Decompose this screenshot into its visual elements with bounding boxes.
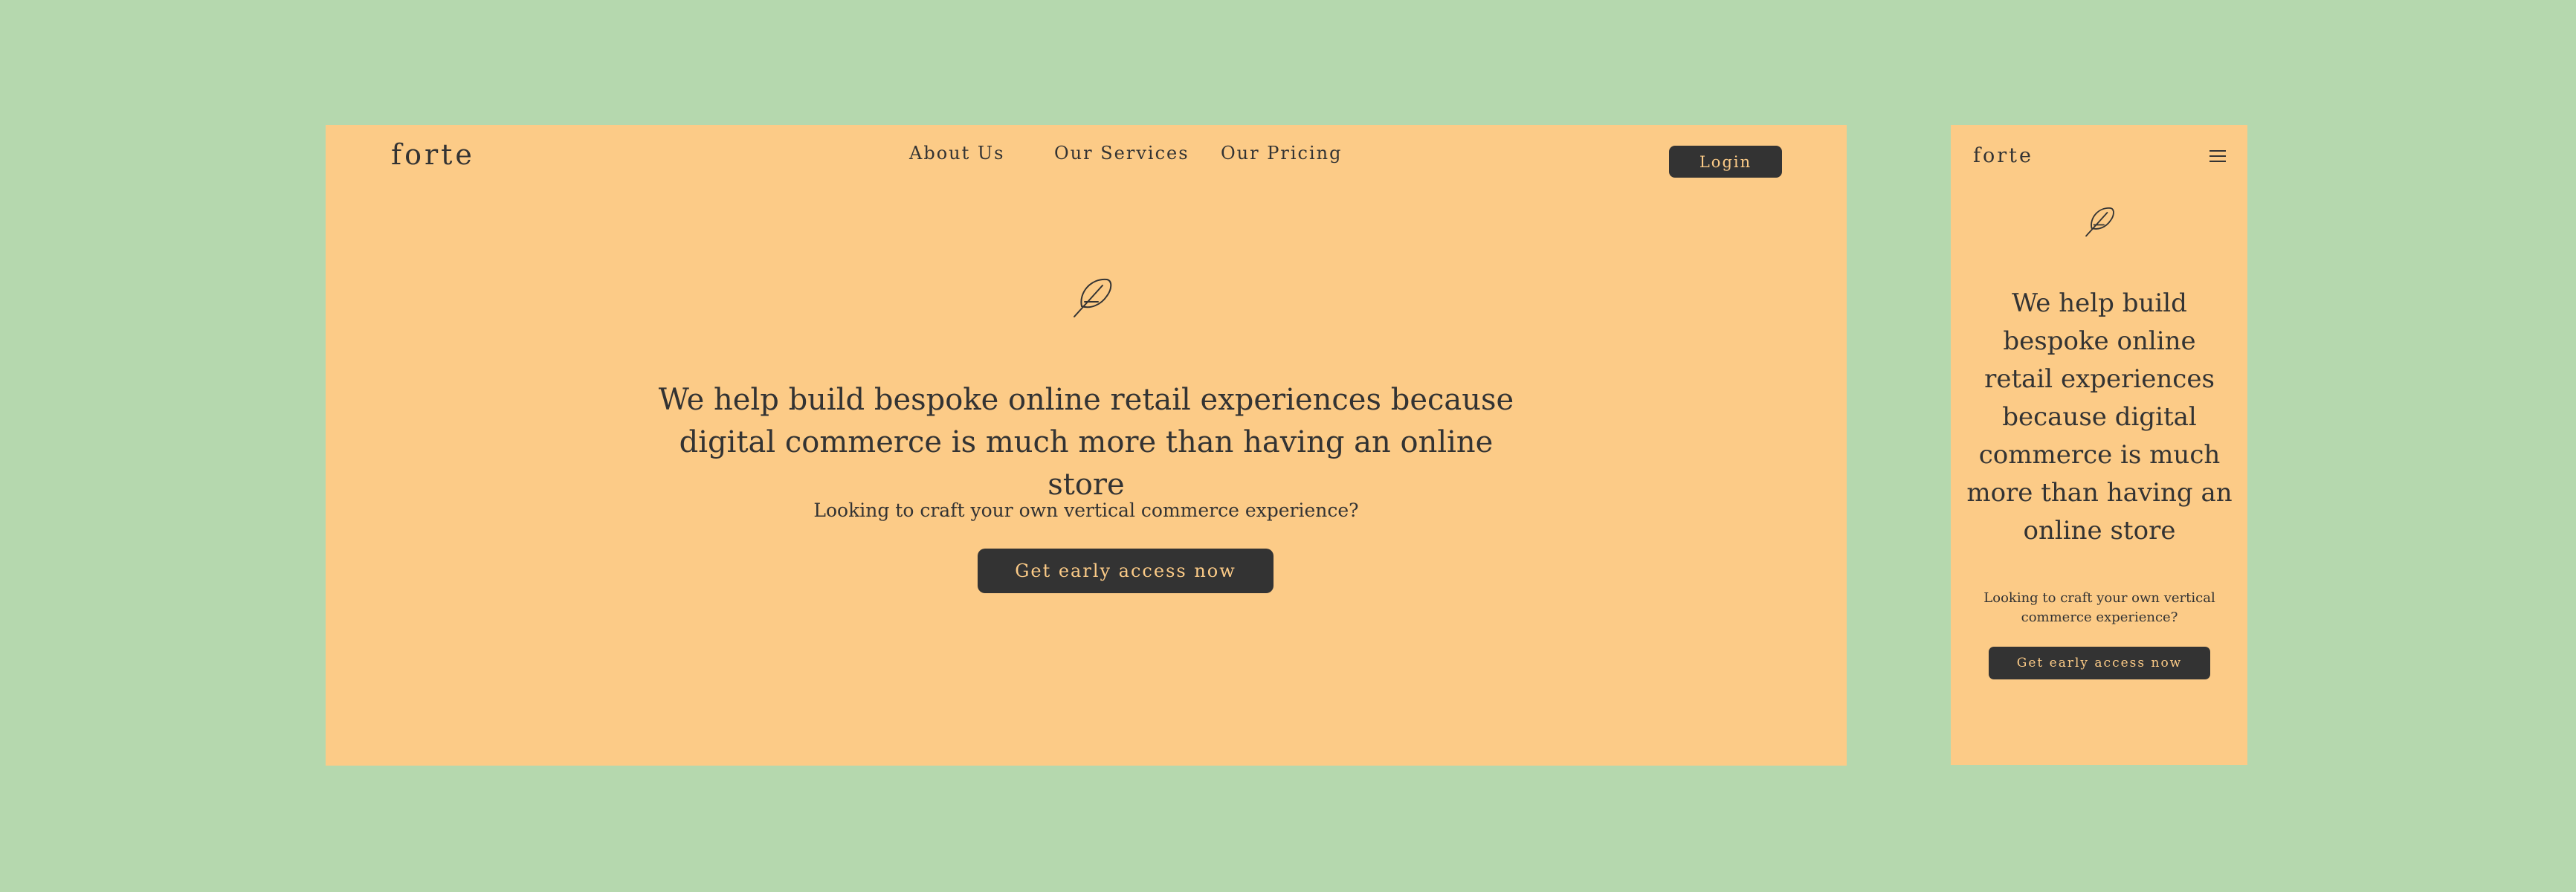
hero-headline: We help build bespoke online retail expe… [1966, 288, 2233, 546]
hamburger-line [2209, 150, 2226, 152]
hamburger-line [2209, 161, 2226, 162]
mobile-preview: forte We help build bespoke online retai… [1951, 125, 2247, 765]
get-early-access-button[interactable]: Get early access now [1989, 647, 2210, 679]
feather-icon [2085, 207, 2114, 237]
brand-logo[interactable]: forte [391, 138, 475, 172]
hero-subtext: Looking to craft your own vertical comme… [813, 500, 1359, 521]
login-button[interactable]: Login [1669, 146, 1782, 178]
brand-logo[interactable]: forte [1973, 144, 2033, 168]
hamburger-icon[interactable] [2209, 150, 2226, 164]
hero-headline: We help build bespoke online retail expe… [658, 383, 1514, 502]
hero-subtext: Looking to craft your own vertical comme… [1983, 590, 2215, 625]
nav-item-our-pricing[interactable]: Our Pricing [1221, 143, 1342, 164]
get-early-access-button[interactable]: Get early access now [978, 549, 1274, 593]
desktop-preview: forte About Us Our Services Our Pricing … [326, 125, 1847, 766]
hamburger-line [2209, 155, 2226, 157]
nav-item-about-us[interactable]: About Us [909, 143, 1004, 164]
feather-icon [1074, 278, 1112, 317]
nav-item-our-services[interactable]: Our Services [1054, 143, 1189, 164]
